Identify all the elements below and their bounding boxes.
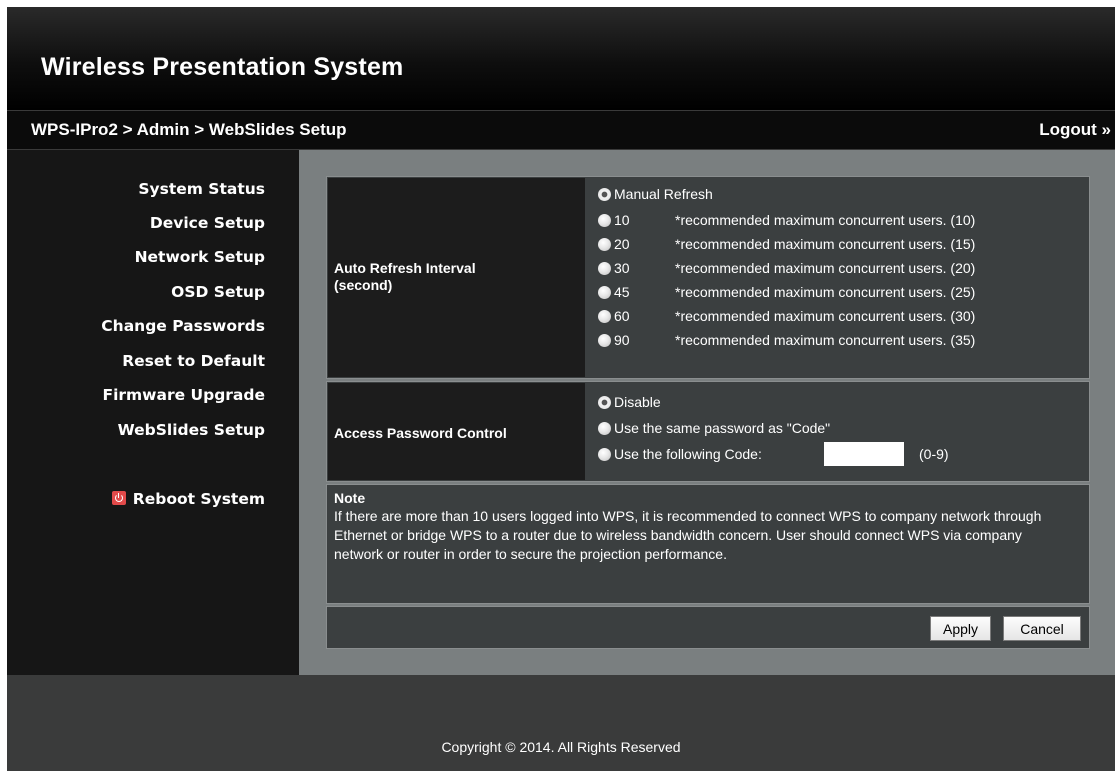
app-title: Wireless Presentation System [41, 53, 404, 81]
note-panel: Note If there are more than 10 users log… [326, 484, 1090, 604]
cancel-button[interactable]: Cancel [1003, 616, 1081, 641]
radio-label: Use the following Code: [614, 446, 762, 462]
option-value: 10 [614, 212, 630, 228]
sidebar-item-change-passwords[interactable]: Change Passwords [101, 317, 265, 335]
logout-link[interactable]: Logout » [1039, 120, 1111, 140]
radio-following-code[interactable] [598, 448, 611, 461]
radio-manual-refresh[interactable] [598, 188, 611, 201]
option-value: 90 [614, 332, 630, 348]
access-label: Access Password Control [334, 425, 507, 441]
sidebar-item-firmware-upgrade[interactable]: Firmware Upgrade [102, 386, 265, 404]
sidebar-item-webslides-setup[interactable]: WebSlides Setup [118, 421, 265, 439]
option-value: 30 [614, 260, 630, 276]
radio-label: Manual Refresh [614, 186, 713, 202]
note-title: Note [334, 490, 366, 506]
option-note: *recommended maximum concurrent users. (… [675, 332, 976, 348]
code-range: (0-9) [919, 446, 949, 462]
radio-disable[interactable] [598, 396, 611, 409]
radio-same-password[interactable] [598, 422, 611, 435]
radio-90[interactable] [598, 334, 611, 347]
access-label-cell: Access Password Control [328, 383, 585, 480]
footer: Copyright © 2014. All Rights Reserved [7, 675, 1115, 771]
sidebar-item-device-setup[interactable]: Device Setup [150, 214, 265, 232]
reboot-label: Reboot System [132, 490, 265, 508]
copyright: Copyright © 2014. All Rights Reserved [441, 739, 681, 755]
apply-button[interactable]: Apply [930, 616, 991, 641]
radio-label: Use the same password as "Code" [614, 420, 831, 436]
option-value: 20 [614, 236, 630, 252]
refresh-label-cell: Auto Refresh Interval (second) [328, 178, 585, 377]
option-value: 45 [614, 284, 630, 300]
option-note: *recommended maximum concurrent users. (… [675, 284, 976, 300]
refresh-options: Manual Refresh 10 *recommended maximum c… [588, 178, 1088, 377]
radio-30[interactable] [598, 262, 611, 275]
option-note: *recommended maximum concurrent users. (… [675, 308, 976, 324]
sidebar-item-osd-setup[interactable]: OSD Setup [171, 283, 265, 301]
breadcrumb: WPS-IPro2 > Admin > WebSlides Setup [31, 120, 347, 139]
button-bar: Apply Cancel [326, 606, 1090, 649]
refresh-panel: Auto Refresh Interval (second) Manual Re… [326, 176, 1090, 379]
access-options: Disable Use the same password as "Code" … [588, 383, 1088, 480]
radio-label: Disable [614, 394, 661, 410]
sidebar: System Status Device Setup Network Setup… [7, 150, 299, 675]
app: Wireless Presentation System WPS-IPro2 >… [0, 0, 1115, 771]
option-value: 60 [614, 308, 630, 324]
breadcrumb-bar: WPS-IPro2 > Admin > WebSlides Setup Logo… [7, 110, 1115, 150]
code-input[interactable] [824, 442, 904, 466]
refresh-label: Auto Refresh Interval (second) [334, 260, 476, 293]
header: Wireless Presentation System [7, 7, 1115, 110]
radio-45[interactable] [598, 286, 611, 299]
option-note: *recommended maximum concurrent users. (… [675, 212, 976, 228]
sidebar-item-reboot-system[interactable]: Reboot System [111, 490, 265, 508]
note-body: If there are more than 10 users logged i… [334, 508, 1042, 562]
radio-10[interactable] [598, 214, 611, 227]
radio-20[interactable] [598, 238, 611, 251]
option-note: *recommended maximum concurrent users. (… [675, 260, 976, 276]
access-panel: Access Password Control Disable Use the … [326, 381, 1090, 482]
power-icon [111, 491, 126, 505]
option-note: *recommended maximum concurrent users. (… [675, 236, 976, 252]
sidebar-item-system-status[interactable]: System Status [138, 180, 265, 198]
radio-60[interactable] [598, 310, 611, 323]
sidebar-item-reset-to-default[interactable]: Reset to Default [122, 352, 265, 370]
sidebar-item-network-setup[interactable]: Network Setup [135, 248, 265, 266]
